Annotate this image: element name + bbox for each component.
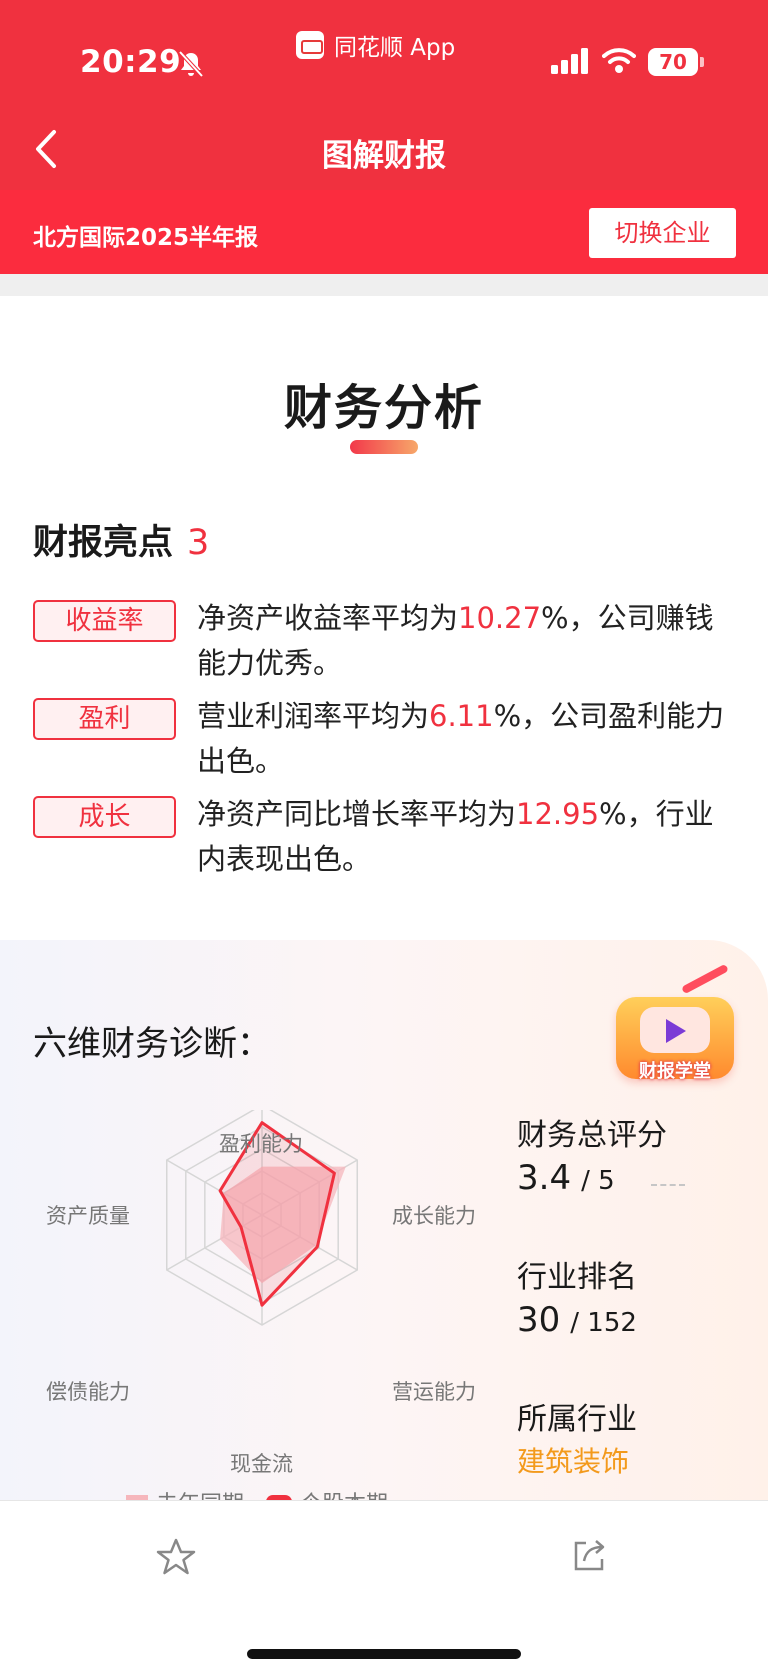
status-time: 20:29 (80, 44, 182, 80)
page-title: 图解财报 (322, 138, 446, 174)
highlight-text: 净资产同比增长率平均为12.95%，行业内表现出色。 (197, 792, 739, 882)
highlights-count: 3 (187, 523, 210, 563)
app-name: 同花顺 App (334, 35, 456, 61)
nav-bar: 图解财报 (0, 110, 768, 190)
company-bar: 北方国际2025半年报 切换企业 (0, 190, 768, 274)
signal-icon (551, 48, 588, 74)
bottom-toolbar (0, 1500, 768, 1670)
radar-label: 资产质量 (46, 1204, 130, 1228)
total-score-value: 3.4 (517, 1158, 572, 1198)
score-dash (651, 1184, 685, 1186)
rank-label: 行业排名 (517, 1260, 637, 1295)
radar-label: 营运能力 (392, 1380, 476, 1404)
highlight-text-pre: 净资产收益率平均为 (197, 601, 459, 635)
mascot-label: 财报学堂 (639, 1061, 711, 1082)
highlight-tag: 收益率 (33, 600, 176, 642)
highlight-value: 12.95 (516, 797, 600, 831)
radar-label: 现金流 (230, 1452, 293, 1476)
battery-icon: 70 (648, 48, 704, 76)
total-score: 3.4 / 5 (517, 1158, 615, 1198)
radar-label: 成长能力 (392, 1204, 476, 1228)
report-school-badge[interactable]: 财报学堂 (610, 963, 740, 1087)
rank-value: 30 (517, 1300, 561, 1340)
status-bar: 20:29 同花顺 App 70 (0, 0, 768, 110)
highlight-text-pre: 净资产同比增长率平均为 (197, 797, 517, 831)
return-to-app-chip[interactable]: 同花顺 App (296, 28, 455, 62)
section-title-underline (350, 440, 418, 454)
highlight-value: 6.11 (429, 699, 494, 733)
industry-link[interactable]: 建筑装饰 (517, 1440, 629, 1480)
highlight-text: 净资产收益率平均为10.27%，公司赚钱能力优秀。 (197, 596, 739, 686)
section-title: 财务分析 (283, 380, 484, 436)
diagnosis-title: 六维财务诊断： (33, 1024, 271, 1064)
total-score-max: / 5 (581, 1166, 615, 1196)
highlight-text: 营业利润率平均为6.11%，公司盈利能力出色。 (197, 694, 739, 784)
play-icon (666, 1019, 686, 1043)
total-score-label: 财务总评分 (517, 1118, 667, 1153)
wifi-icon (602, 48, 636, 73)
star-icon[interactable] (156, 1537, 196, 1577)
radar-label: 偿债能力 (46, 1380, 130, 1404)
industry-rank: 30 / 152 (517, 1300, 637, 1340)
company-report-title: 北方国际2025半年报 (33, 225, 259, 251)
highlight-text-pre: 营业利润率平均为 (197, 699, 430, 733)
app-header: 20:29 同花顺 App 70 图解财报 (0, 0, 768, 190)
highlight-tag: 盈利 (33, 698, 176, 740)
highlight-tag: 成长 (33, 796, 176, 838)
bell-slash-icon (178, 50, 204, 78)
home-indicator (247, 1649, 521, 1659)
radar-label: 盈利能力 (219, 1132, 303, 1156)
highlights-heading: 财报亮点 3 (33, 514, 209, 565)
battery-level: 70 (659, 50, 687, 74)
app-logo-icon (296, 31, 324, 59)
share-icon[interactable] (570, 1535, 610, 1575)
section-divider (0, 274, 768, 296)
rank-total: / 152 (570, 1308, 637, 1338)
industry-label: 所属行业 (517, 1402, 637, 1437)
highlight-value: 10.27 (458, 601, 542, 635)
switch-company-button[interactable]: 切换企业 (589, 208, 736, 258)
highlights-title: 财报亮点 (33, 523, 174, 563)
